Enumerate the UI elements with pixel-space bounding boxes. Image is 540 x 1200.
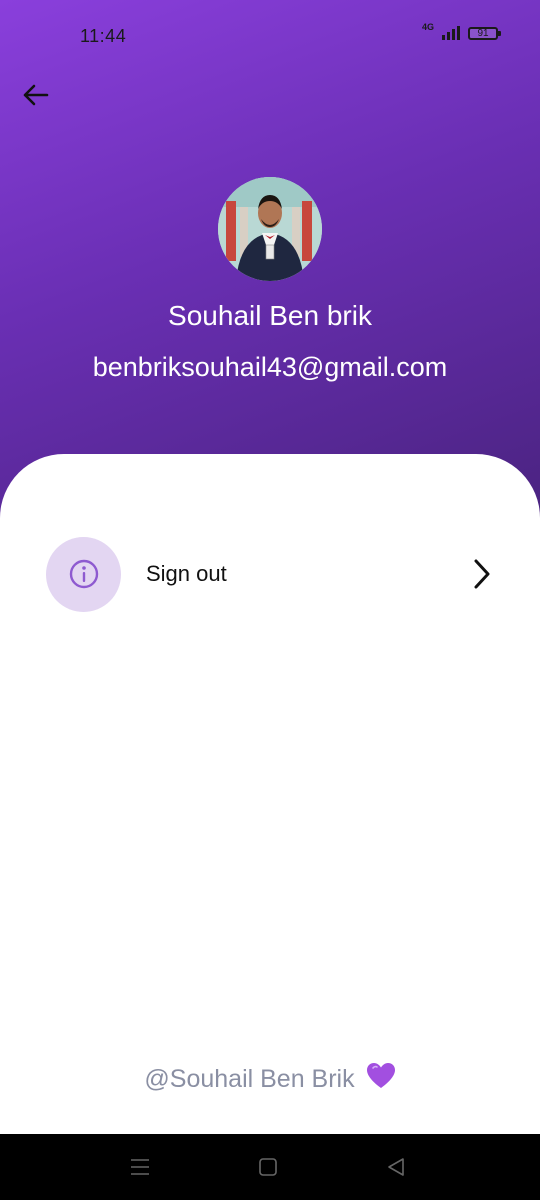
sign-out-row[interactable]: Sign out [46, 536, 494, 612]
arrow-left-icon [23, 84, 49, 106]
profile-email: benbriksouhail43@gmail.com [92, 352, 448, 382]
status-bar: 11:44 4G 91 [0, 0, 540, 72]
status-icons: 4G 91 [422, 22, 501, 40]
triangle-back-icon [388, 1158, 404, 1176]
menu-icon [131, 1159, 149, 1175]
menu-nav-button[interactable] [128, 1156, 152, 1178]
info-icon [69, 559, 98, 589]
home-nav-button[interactable] [256, 1156, 280, 1178]
profile-header: 11:44 4G 91 Souhail Ben brik benbriksouh… [0, 0, 540, 520]
sign-out-icon-badge [46, 536, 121, 612]
status-time: 11:44 [80, 26, 127, 46]
purple-heart-icon [366, 1063, 395, 1088]
profile-name: Souhail Ben brik [168, 300, 372, 331]
battery-icon: 91 [468, 26, 501, 40]
signal-icon [442, 26, 460, 40]
back-button[interactable] [18, 80, 52, 110]
sign-out-label: Sign out [146, 561, 227, 586]
square-home-icon [259, 1158, 277, 1176]
network-type: 4G [421, 22, 434, 32]
avatar [218, 177, 322, 281]
back-nav-button[interactable] [384, 1156, 408, 1178]
chevron-right-icon [470, 557, 494, 591]
battery-level: 91 [477, 27, 489, 39]
footer-credit: @Souhail Ben Brik [0, 1062, 540, 1094]
footer-credit-text: @Souhail Ben Brik [144, 1065, 355, 1093]
system-nav-bar [0, 1134, 540, 1200]
